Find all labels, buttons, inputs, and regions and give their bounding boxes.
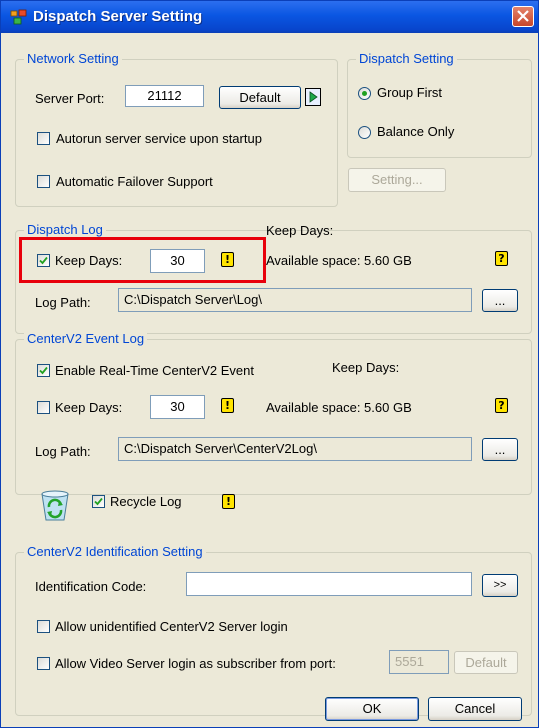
dispatch-keep-days-header: Keep Days: (266, 223, 334, 238)
allow-unidentified-label: Allow unidentified CenterV2 Server login (55, 619, 288, 634)
dispatch-setting-legend: Dispatch Setting (356, 51, 457, 66)
allow-video-label: Allow Video Server login as subscriber f… (55, 656, 336, 671)
checkmark-icon (39, 366, 48, 375)
server-port-input[interactable]: 21112 (125, 85, 204, 107)
failover-checkbox[interactable] (37, 175, 50, 188)
group-first-radio[interactable] (358, 87, 371, 100)
dialog-body: Network Setting Server Port: 21112 Defau… (4, 34, 535, 724)
checkmark-icon (94, 497, 103, 506)
port-default-button[interactable]: Default (219, 86, 301, 109)
next-arrow-button[interactable] (305, 88, 321, 106)
event-log-path-input[interactable]: C:\Dispatch Server\CenterV2Log\ (118, 437, 472, 461)
failover-setting-button[interactable]: Setting... (348, 168, 446, 192)
title-bar[interactable]: Dispatch Server Setting (1, 1, 538, 33)
identification-code-input[interactable] (186, 572, 472, 596)
event-keep-days-header: Keep Days: (332, 360, 400, 375)
enable-realtime-label: Enable Real-Time CenterV2 Event (55, 363, 254, 378)
event-log-group: CenterV2 Event Log Enable Real-Time Cent… (15, 331, 532, 495)
identification-arrow-button[interactable]: >> (482, 574, 518, 597)
dispatch-help-icon[interactable]: ? (495, 251, 508, 266)
port-default-button-disabled[interactable]: Default (454, 651, 518, 674)
autorun-checkbox[interactable] (37, 132, 50, 145)
event-log-legend: CenterV2 Event Log (24, 331, 148, 346)
dispatch-log-browse-button[interactable]: ... (482, 289, 518, 312)
close-icon (517, 10, 529, 22)
dialog-window: Dispatch Server Setting Network Setting … (0, 0, 539, 728)
dispatch-available-space: Available space: 5.60 GB (266, 253, 412, 268)
app-icon (10, 9, 27, 25)
network-setting-group: Network Setting Server Port: 21112 Defau… (15, 51, 338, 207)
event-keep-days-label: Keep Days: (55, 400, 123, 415)
dispatch-log-legend: Dispatch Log (24, 222, 106, 237)
identification-code-label: Identification Code: (35, 579, 147, 594)
event-help-icon[interactable]: ? (495, 398, 508, 413)
allow-video-checkbox[interactable] (37, 657, 50, 670)
event-keep-days-input[interactable]: 30 (150, 395, 205, 419)
subscriber-port-input[interactable]: 5551 (389, 650, 449, 674)
keep-days-highlight-box (19, 237, 266, 283)
group-first-label: Group First (377, 85, 443, 100)
dispatch-log-path-label: Log Path: (35, 295, 91, 310)
recycle-log-checkbox[interactable] (92, 495, 105, 508)
event-keep-days-warning-icon[interactable]: ! (221, 398, 234, 413)
dispatch-log-path-input[interactable]: C:\Dispatch Server\Log\ (118, 288, 472, 312)
close-button[interactable] (512, 6, 534, 27)
autorun-label: Autorun server service upon startup (56, 131, 262, 146)
balance-only-label: Balance Only (377, 124, 455, 139)
event-available-space: Available space: 5.60 GB (266, 400, 412, 415)
recycle-log-label: Recycle Log (110, 494, 182, 509)
dispatch-setting-group: Dispatch Setting Group First Balance Onl… (347, 51, 532, 158)
window-title: Dispatch Server Setting (33, 8, 203, 25)
cancel-button[interactable]: Cancel (428, 697, 522, 721)
event-log-path-label: Log Path: (35, 444, 91, 459)
allow-unidentified-checkbox[interactable] (37, 620, 50, 633)
network-setting-legend: Network Setting (24, 51, 122, 66)
ok-button[interactable]: OK (325, 697, 419, 721)
event-keep-days-checkbox[interactable] (37, 401, 50, 414)
identification-legend: CenterV2 Identification Setting (24, 544, 206, 559)
balance-only-radio[interactable] (358, 126, 371, 139)
recycle-warning-icon[interactable]: ! (222, 494, 235, 509)
identification-group: CenterV2 Identification Setting Identifi… (15, 544, 532, 716)
event-log-browse-button[interactable]: ... (482, 438, 518, 461)
enable-realtime-checkbox[interactable] (37, 364, 50, 377)
failover-label: Automatic Failover Support (56, 174, 213, 189)
recycle-bin-icon (41, 490, 69, 521)
play-arrow-icon (309, 91, 318, 103)
server-port-label: Server Port: (35, 91, 105, 106)
